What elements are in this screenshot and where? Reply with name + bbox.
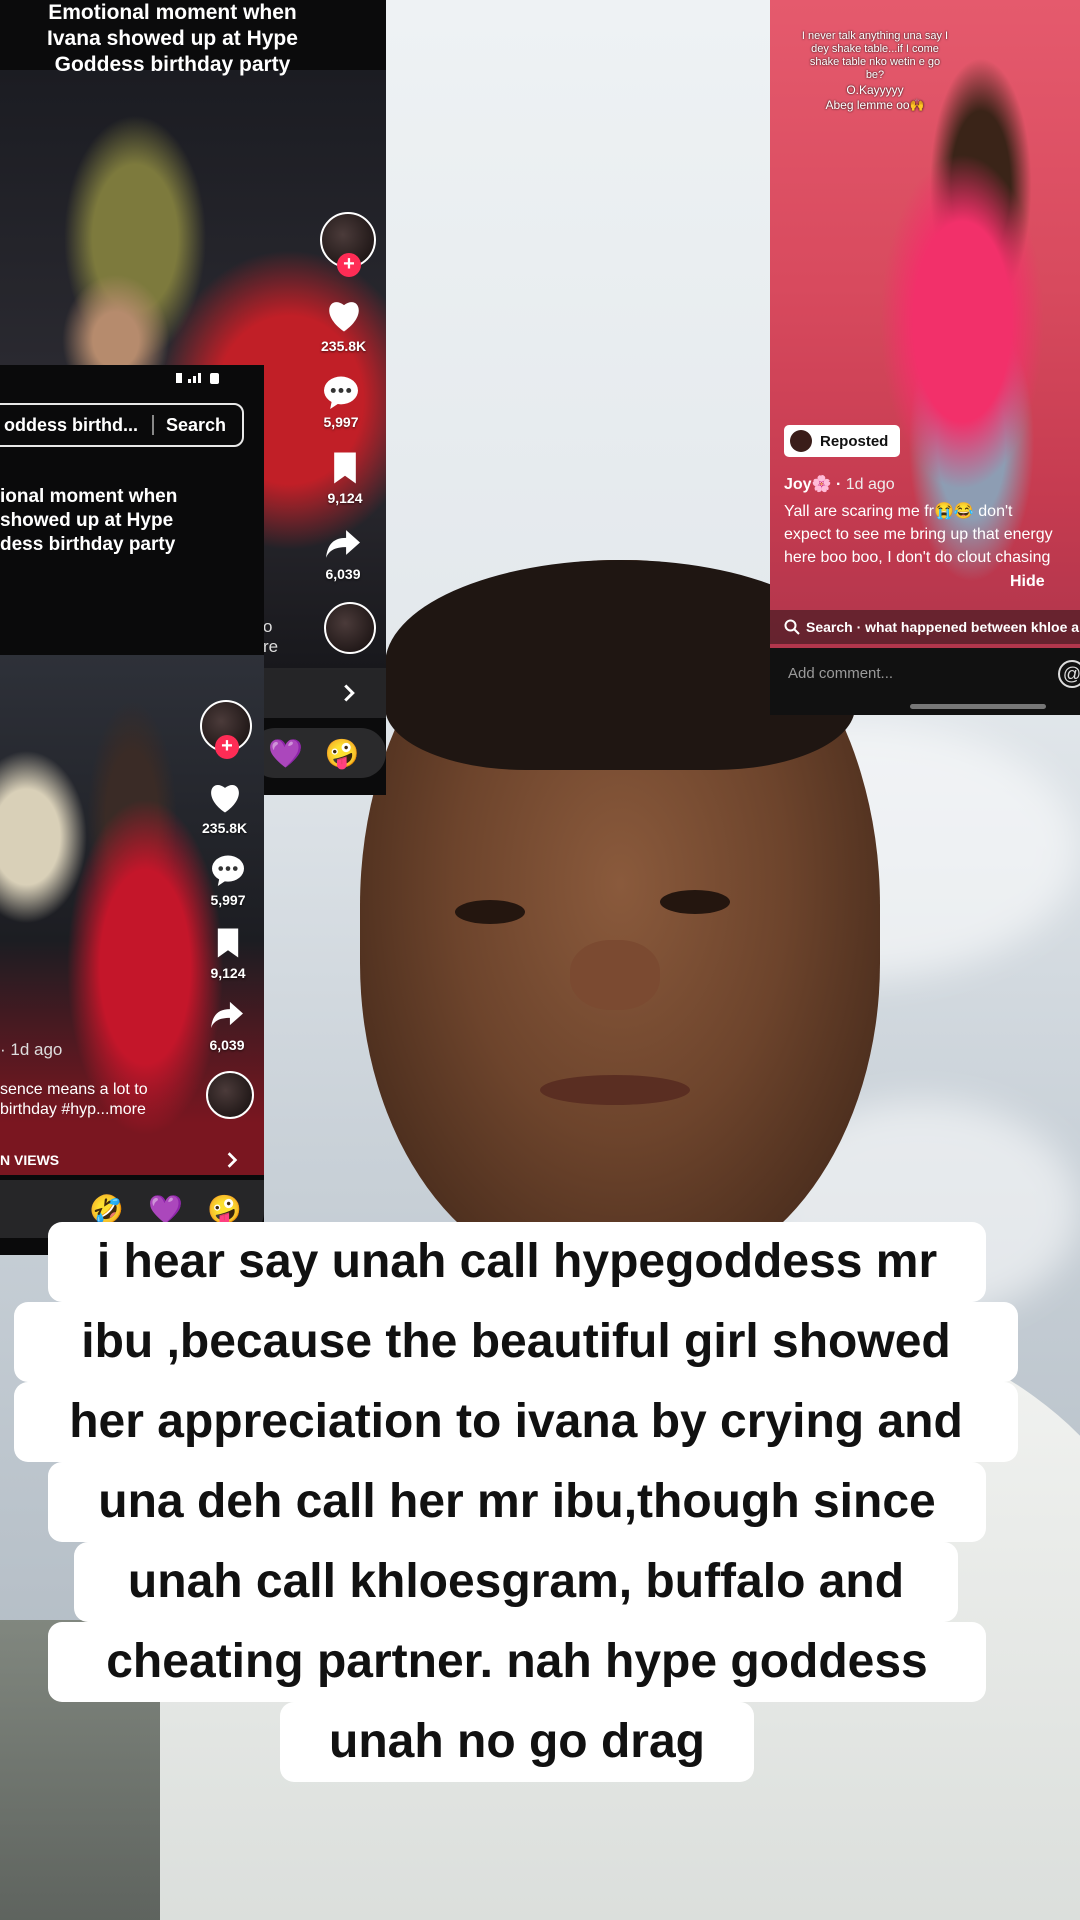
caption-line: unah no go drag xyxy=(280,1702,754,1782)
caption-line: una deh call her mr ibu,though since xyxy=(48,1462,986,1542)
share-icon xyxy=(323,526,363,562)
video-caption: ional moment when showed up at Hype dess… xyxy=(0,485,264,557)
caption-line: dess birthday party xyxy=(0,534,176,555)
tiktok-screenshot-middle-left: oddess birthd... Search ional moment whe… xyxy=(0,365,264,1255)
emoji-laughing-face[interactable]: 🤣 xyxy=(89,1193,124,1226)
views-bar[interactable]: N VIEWS xyxy=(0,1140,264,1180)
caption-line: ional moment when xyxy=(0,486,178,507)
share-button[interactable]: 6,039 xyxy=(323,526,363,582)
caption-line: ibu ,because the beautiful girl showed xyxy=(14,1302,1018,1382)
comment-button[interactable]: 5,997 xyxy=(208,852,248,908)
status-bar xyxy=(0,365,264,393)
share-button[interactable]: 6,039 xyxy=(207,997,247,1053)
like-count: 235.8K xyxy=(321,338,367,354)
comment-icon xyxy=(208,852,248,888)
reposted-label: Reposted xyxy=(820,432,889,450)
reposter-avatar xyxy=(790,430,812,452)
caption-line: Goddess birthday party xyxy=(54,53,291,76)
like-count: 235.8K xyxy=(202,820,248,836)
save-count: 9,124 xyxy=(210,965,246,981)
caption-line: showed up at Hype xyxy=(0,510,174,531)
bookmark-icon xyxy=(208,925,248,961)
related-search-bar[interactable]: Search · what happened between khloe a xyxy=(770,610,1080,644)
overlay-text-line: shake table nko wetin e go xyxy=(809,56,941,68)
overlay-text-line: O.Kayyyyy xyxy=(846,83,904,97)
search-icon xyxy=(784,619,800,635)
person-eye-right xyxy=(660,890,730,914)
author-name[interactable]: Joy🌸 · xyxy=(784,476,841,493)
video-overlay-text: I never talk anything una say I dey shak… xyxy=(770,30,980,112)
like-button[interactable]: 235.8K xyxy=(321,298,366,354)
heart-icon xyxy=(205,780,245,816)
post-description: sence means a lot to birthday #hyp...mor… xyxy=(0,1080,200,1120)
emoji-zany-face[interactable]: 🤪 xyxy=(207,1193,242,1226)
emoji-purple-heart[interactable]: 💜 xyxy=(148,1193,183,1226)
search-divider xyxy=(151,415,154,435)
hide-button[interactable]: Hide xyxy=(1010,573,1045,591)
description-line[interactable]: birthday #hyp...more xyxy=(0,1100,200,1120)
search-button[interactable]: Search xyxy=(166,415,242,436)
at-icon[interactable]: @ xyxy=(1058,660,1080,688)
caption-line: cheating partner. nah hype goddess xyxy=(48,1622,986,1702)
heart-icon xyxy=(324,298,364,334)
caption-line: Ivana showed up at Hype xyxy=(47,27,298,50)
partial-caption-text: o xyxy=(263,617,273,636)
reposted-badge: Reposted xyxy=(784,425,901,457)
comment-count: 5,997 xyxy=(210,892,246,908)
comment-count: 5,997 xyxy=(323,414,359,430)
overlay-text-line: dey shake table...if I come xyxy=(811,43,939,55)
views-label: N VIEWS xyxy=(0,1152,60,1168)
person-mouth xyxy=(540,1075,690,1105)
save-button[interactable]: 9,124 xyxy=(208,925,248,981)
share-count: 6,039 xyxy=(325,566,361,582)
person-nose xyxy=(570,940,660,1010)
description-line: sence means a lot to xyxy=(0,1081,148,1098)
search-query-text[interactable]: oddess birthd... xyxy=(4,415,140,436)
emoji-zany-face[interactable]: 🤪 xyxy=(325,737,360,770)
save-button[interactable]: 9,124 xyxy=(325,450,365,506)
home-indicator xyxy=(910,704,1046,709)
partial-caption-text: re xyxy=(263,637,279,656)
emoji-purple-heart[interactable]: 💜 xyxy=(268,737,303,770)
follow-plus-button[interactable]: + xyxy=(215,735,239,759)
post-description: Yall are scaring me fr😭😂 don't expect to… xyxy=(784,503,1053,566)
emoji-reaction-bar: 💜 🤪 xyxy=(250,728,386,778)
post-time: · 1d ago xyxy=(0,1040,63,1059)
chevron-right-icon xyxy=(227,1152,238,1168)
comment-button[interactable]: 5,997 xyxy=(321,374,361,430)
post-time: 1d ago xyxy=(845,476,895,493)
overlay-text-line: Abeg lemme oo🙌 xyxy=(825,98,925,112)
overlay-text-line: I never talk anything una say I xyxy=(801,30,949,42)
person-eye-left xyxy=(455,900,525,924)
share-icon xyxy=(207,997,247,1033)
tiktok-screenshot-top-right: I never talk anything una say I dey shak… xyxy=(770,0,1080,715)
sound-disc[interactable] xyxy=(324,602,376,654)
author-line[interactable]: Joy🌸 · 1d ago xyxy=(784,474,895,494)
caption-line: her appreciation to ivana by crying and xyxy=(14,1382,1018,1462)
signal-battery-icon xyxy=(176,373,219,384)
chevron-right-icon xyxy=(344,684,355,702)
save-count: 9,124 xyxy=(327,490,363,506)
comment-icon xyxy=(321,374,361,410)
share-count: 6,039 xyxy=(209,1037,245,1053)
caption-line: unah call khloesgram, buffalo and xyxy=(74,1542,958,1622)
related-search-text[interactable]: Search · what happened between khloe a xyxy=(806,619,1079,635)
sound-disc[interactable] xyxy=(206,1071,254,1119)
comment-placeholder: Add comment... xyxy=(788,665,894,682)
search-bar[interactable]: oddess birthd... Search xyxy=(0,403,244,447)
follow-plus-button[interactable]: + xyxy=(337,253,361,277)
overlay-text-line: be? xyxy=(865,69,885,81)
caption-line: i hear say unah call hypegoddess mr xyxy=(48,1222,986,1302)
like-button[interactable]: 235.8K xyxy=(202,780,247,836)
bookmark-icon xyxy=(325,450,365,486)
video-caption: Emotional moment when Ivana showed up at… xyxy=(0,0,345,78)
caption-line: Emotional moment when xyxy=(48,1,297,24)
